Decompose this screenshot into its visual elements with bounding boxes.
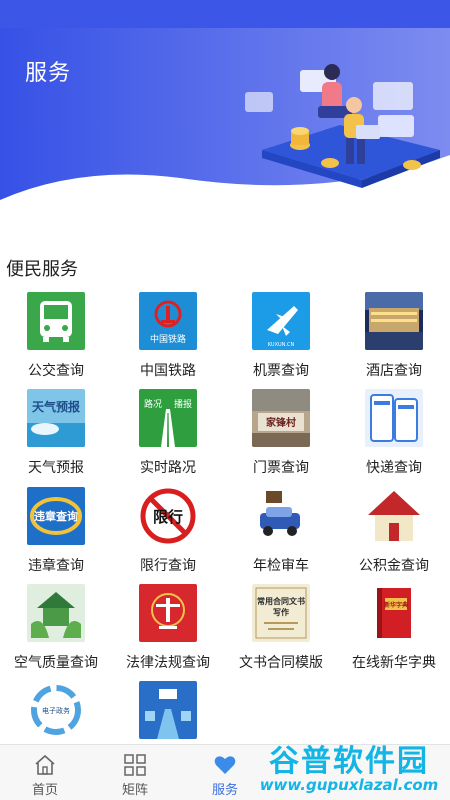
airline-tile-text: KUXUN.CN: [268, 342, 295, 348]
watermark-text: 谷普软件园: [269, 744, 429, 779]
ticket-tile-text: 家锋村: [266, 416, 296, 429]
weather-tile-text: 天气预报: [32, 399, 80, 414]
service-label: 公交查询: [28, 363, 84, 379]
hotel-icon: [365, 292, 423, 350]
banner-illustration: [0, 0, 450, 200]
service-contract[interactable]: 常用合同文书 写作 文书合同模版: [225, 582, 337, 678]
housing-fund-icon: [365, 487, 423, 545]
page-title: 服务: [25, 61, 72, 86]
contract-book-icon: 常用合同文书 写作: [252, 584, 310, 642]
service-violation[interactable]: 违章查询 违章查询: [0, 485, 112, 581]
service-label: 门票查询: [253, 460, 309, 476]
service-label: 在线新华字典: [352, 655, 436, 671]
service-label: 限行查询: [140, 558, 196, 574]
road-tile-text-left: 路况: [144, 398, 162, 410]
egov-tile-text: 电子政务: [42, 706, 70, 715]
air-quality-icon: [27, 584, 85, 642]
nav-home-label: 首页: [31, 783, 58, 798]
service-inspection[interactable]: 年检审车: [225, 485, 337, 581]
watermark-url: www.gupuxlazal.com: [259, 776, 439, 794]
header-banner: 服务: [0, 0, 450, 200]
restriction-tile-text: 限行: [153, 508, 183, 526]
weather-icon: 天气预报: [27, 389, 85, 447]
service-label: 天气预报: [28, 460, 84, 476]
grid-icon: [124, 754, 146, 776]
nav-matrix-label: 矩阵: [121, 783, 148, 798]
violation-tile-text: 违章查询: [34, 509, 78, 523]
section-title: 便民服务: [6, 259, 78, 280]
service-label: 机票查询: [253, 363, 309, 379]
service-road[interactable]: 路况 播报 实时路况: [112, 387, 224, 483]
service-express[interactable]: 快递查询: [338, 387, 450, 483]
service-label: 法律法规查询: [126, 655, 210, 671]
watermark: 谷普软件园 www.gupuxlazal.com: [248, 736, 450, 800]
violation-icon: 违章查询: [27, 487, 85, 545]
service-label: 年检审车: [253, 558, 309, 574]
service-label: 文书合同模版: [239, 655, 323, 671]
nav-matrix[interactable]: 矩阵: [90, 745, 180, 800]
service-law[interactable]: 法律法规查询: [112, 582, 224, 678]
service-label: 公积金查询: [359, 558, 429, 574]
contract-tile-text-2: 写作: [273, 607, 289, 617]
service-restriction[interactable]: 限行 限行查询: [112, 485, 224, 581]
ticket-icon: 家锋村: [252, 389, 310, 447]
e-government-icon: 电子政务: [27, 681, 85, 739]
bus-icon: [27, 292, 85, 350]
dictionary-icon: 新华字典: [365, 584, 423, 642]
road-tile-text-right: 播报: [174, 398, 192, 410]
nav-home[interactable]: 首页: [0, 745, 90, 800]
contract-tile-text-1: 常用合同文书: [257, 596, 305, 606]
service-label: 违章查询: [28, 558, 84, 574]
dictionary-tile-text: 新华字典: [384, 601, 408, 609]
service-housing-fund[interactable]: 公积金查询: [338, 485, 450, 581]
express-icon: [365, 389, 423, 447]
service-air-quality[interactable]: 空气质量查询: [0, 582, 112, 678]
heart-icon: [214, 756, 236, 774]
service-weather[interactable]: 天气预报 天气预报: [0, 387, 112, 483]
service-china-railway[interactable]: 中国铁路 中国铁路: [112, 290, 224, 386]
china-railway-icon: 中国铁路: [139, 292, 197, 350]
service-label: 酒店查询: [366, 363, 422, 379]
service-ticket[interactable]: 家锋村 门票查询: [225, 387, 337, 483]
app-root: 服务 便民服务 公交查询 中国铁路 中国铁路 KUXUN.CN 机票查询 酒店查…: [0, 0, 450, 800]
railway-tile-text: 中国铁路: [150, 333, 186, 345]
service-dictionary[interactable]: 新华字典 在线新华字典: [338, 582, 450, 678]
service-label: 空气质量查询: [14, 655, 98, 671]
service-airplane[interactable]: KUXUN.CN 机票查询: [225, 290, 337, 386]
service-label: 中国铁路: [140, 363, 196, 379]
restriction-icon: 限行: [139, 487, 197, 545]
service-label: 快递查询: [366, 460, 422, 476]
airplane-icon: KUXUN.CN: [252, 292, 310, 350]
service-bus[interactable]: 公交查询: [0, 290, 112, 386]
guide-icon: [139, 681, 197, 739]
service-hotel[interactable]: 酒店查询: [338, 290, 450, 386]
service-label: 实时路况: [140, 460, 196, 476]
inspection-icon: [252, 487, 310, 545]
law-icon: [139, 584, 197, 642]
home-icon: [35, 754, 55, 775]
road-condition-icon: 路况 播报: [139, 389, 197, 447]
